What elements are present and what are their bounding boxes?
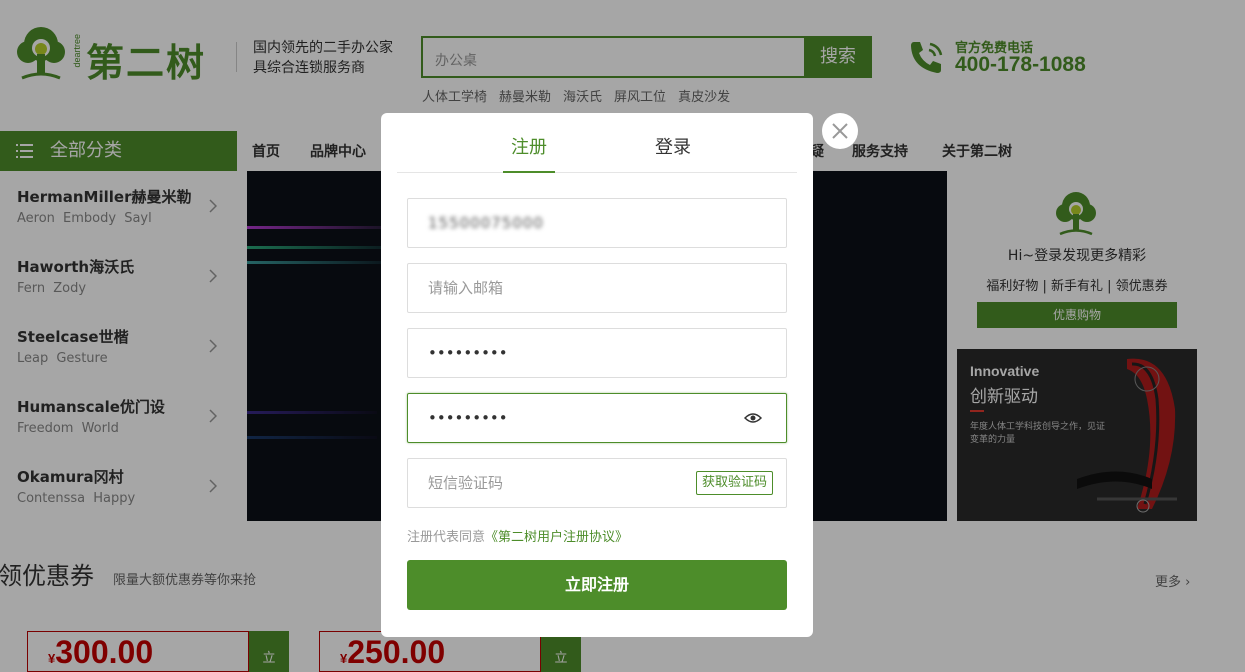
- tab-login[interactable]: 登录: [647, 133, 699, 173]
- eye-icon[interactable]: [744, 411, 762, 425]
- phone-field[interactable]: 15500075000: [407, 198, 787, 248]
- email-field[interactable]: 请输入邮箱: [407, 263, 787, 313]
- confirm-password-value: •••••••••: [428, 409, 508, 427]
- register-submit-button[interactable]: 立即注册: [407, 560, 787, 610]
- sms-code-placeholder: 短信验证码: [428, 474, 504, 492]
- close-icon: [832, 123, 848, 139]
- tab-register[interactable]: 注册: [503, 133, 555, 173]
- agreement-link[interactable]: 《第二树用户注册协议》: [485, 530, 628, 545]
- confirm-password-field[interactable]: •••••••••: [407, 393, 787, 443]
- agreement-notice: 注册代表同意《第二树用户注册协议》: [407, 526, 628, 545]
- close-button[interactable]: [822, 113, 858, 149]
- password-field[interactable]: •••••••••: [407, 328, 787, 378]
- agreement-text: 注册代表同意: [407, 530, 486, 545]
- sms-code-field[interactable]: 短信验证码 获取验证码: [407, 458, 787, 508]
- phone-value: 15500075000: [428, 214, 544, 232]
- auth-tabs: 注册 登录: [397, 113, 797, 173]
- register-modal: 注册 登录 15500075000 请输入邮箱 ••••••••• ••••••…: [381, 113, 813, 637]
- get-sms-code-button[interactable]: 获取验证码: [695, 471, 773, 495]
